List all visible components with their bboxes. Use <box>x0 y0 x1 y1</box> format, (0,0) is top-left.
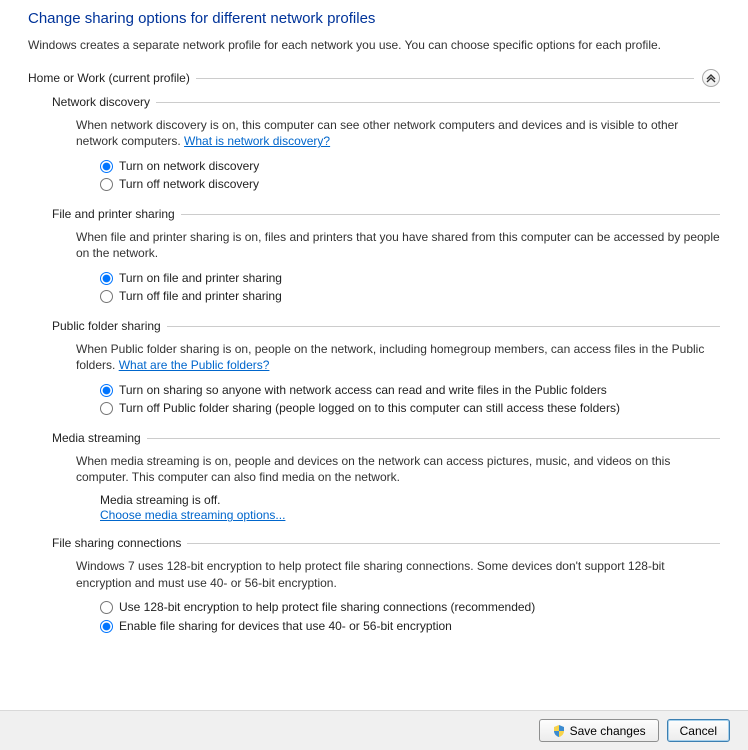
radio-nd-on[interactable] <box>100 160 113 173</box>
radio-label[interactable]: Turn on network discovery <box>119 158 259 175</box>
divider <box>187 543 720 544</box>
section-title: File and printer sharing <box>52 207 181 221</box>
section-desc: When network discovery is on, this compu… <box>76 117 720 149</box>
radio-fp-off[interactable] <box>100 290 113 303</box>
section-file-sharing-connections: File sharing connections Windows 7 uses … <box>52 536 720 634</box>
button-label: Save changes <box>570 724 646 738</box>
radio-fp-on[interactable] <box>100 272 113 285</box>
whats-public-folders-link[interactable]: What are the Public folders? <box>119 358 270 372</box>
radio-label[interactable]: Turn on file and printer sharing <box>119 270 282 287</box>
save-changes-button[interactable]: Save changes <box>539 719 659 742</box>
divider <box>147 438 720 439</box>
radio-label[interactable]: Turn off file and printer sharing <box>119 288 282 305</box>
radio-label[interactable]: Turn off Public folder sharing (people l… <box>119 400 620 417</box>
profile-label: Home or Work (current profile) <box>28 71 196 85</box>
page-title: Change sharing options for different net… <box>28 10 720 27</box>
collapse-button[interactable] <box>702 69 720 87</box>
profile-header[interactable]: Home or Work (current profile) <box>28 69 720 87</box>
section-media-streaming: Media streaming When media streaming is … <box>52 431 720 522</box>
section-desc: When Public folder sharing is on, people… <box>76 341 720 373</box>
divider <box>167 326 720 327</box>
section-title: Media streaming <box>52 431 147 445</box>
radio-label[interactable]: Use 128-bit encryption to help protect f… <box>119 599 535 616</box>
section-desc: Windows 7 uses 128-bit encryption to hel… <box>76 558 720 590</box>
radio-fsc-128[interactable] <box>100 601 113 614</box>
section-title: Public folder sharing <box>52 319 167 333</box>
section-title: File sharing connections <box>52 536 187 550</box>
section-network-discovery: Network discovery When network discovery… <box>52 95 720 193</box>
divider <box>181 214 720 215</box>
cancel-button[interactable]: Cancel <box>667 719 730 742</box>
intro-text: Windows creates a separate network profi… <box>28 37 720 53</box>
radio-fsc-4056[interactable] <box>100 620 113 633</box>
desc-text: When network discovery is on, this compu… <box>76 118 678 148</box>
uac-shield-icon <box>552 724 566 738</box>
media-streaming-status: Media streaming is off. <box>100 493 720 507</box>
section-file-printer-sharing: File and printer sharing When file and p… <box>52 207 720 305</box>
footer-bar: Save changes Cancel <box>0 710 748 750</box>
choose-media-options-link[interactable]: Choose media streaming options... <box>100 508 285 522</box>
chevron-up-icon <box>706 73 716 83</box>
divider <box>156 102 720 103</box>
radio-label[interactable]: Turn on sharing so anyone with network a… <box>119 382 607 399</box>
section-public-folder-sharing: Public folder sharing When Public folder… <box>52 319 720 417</box>
radio-nd-off[interactable] <box>100 178 113 191</box>
radio-pf-off[interactable] <box>100 402 113 415</box>
radio-label[interactable]: Enable file sharing for devices that use… <box>119 618 452 635</box>
radio-pf-on[interactable] <box>100 384 113 397</box>
button-label: Cancel <box>680 724 717 738</box>
whats-network-discovery-link[interactable]: What is network discovery? <box>184 134 330 148</box>
radio-label[interactable]: Turn off network discovery <box>119 176 259 193</box>
divider <box>196 78 694 79</box>
section-desc: When file and printer sharing is on, fil… <box>76 229 720 261</box>
section-title: Network discovery <box>52 95 156 109</box>
section-desc: When media streaming is on, people and d… <box>76 453 720 485</box>
